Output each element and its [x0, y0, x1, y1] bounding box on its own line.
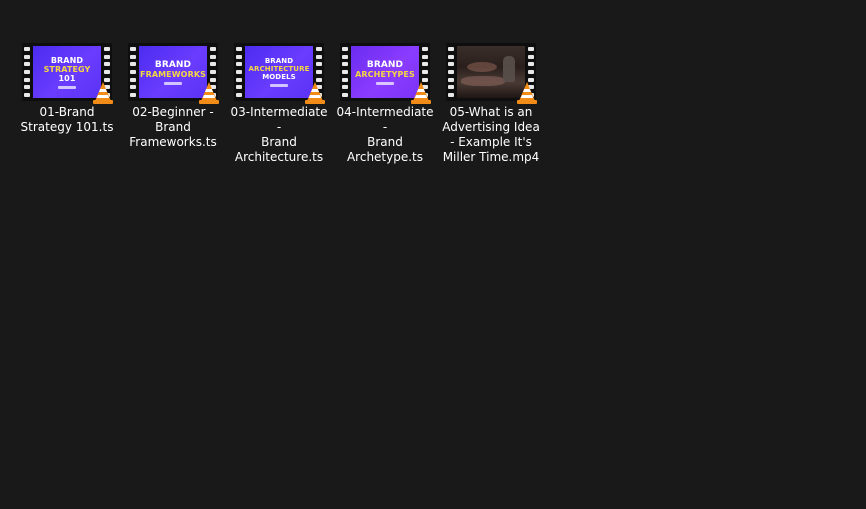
- thumbnail-frame: BRAND FRAMEWORKS: [139, 46, 207, 98]
- vlc-cone-icon: [411, 82, 431, 104]
- file-name-line: - Example It's: [450, 135, 532, 149]
- file-name-line: 05-What is an: [449, 105, 533, 119]
- file-name-line: Archetype.ts: [346, 150, 424, 164]
- file-name-line: Frameworks.ts: [129, 135, 217, 149]
- vlc-cone-icon: [93, 82, 113, 104]
- thumbnail-text: ARCHETYPES: [355, 69, 415, 79]
- file-name-label: 05-What is an Advertising Idea - Example…: [441, 105, 541, 165]
- file-name-label: 03-Intermediate - Brand Architecture.ts: [229, 105, 329, 165]
- file-name-line: Brand: [261, 135, 297, 149]
- file-item-brand-strategy[interactable]: BRAND STRATEGY 101 01-Brand Strategy 101…: [17, 41, 117, 135]
- vlc-cone-icon: [305, 82, 325, 104]
- file-name-line: 01-Brand: [39, 105, 95, 119]
- thumbnail-text: MODELS: [262, 73, 296, 81]
- file-name-line: Miller Time.mp4: [442, 150, 540, 164]
- file-name-line: 03-Intermediate -: [230, 105, 328, 134]
- file-name-line: Brand: [155, 120, 191, 134]
- video-thumbnail[interactable]: BRAND STRATEGY 101: [20, 41, 114, 105]
- thumbnail-frame: BRAND ARCHETYPES: [351, 46, 419, 98]
- vlc-cone-icon: [199, 82, 219, 104]
- thumbnail-frame: BRAND STRATEGY 101: [33, 46, 101, 98]
- file-name-line: 04-Intermediate -: [336, 105, 434, 134]
- file-name-line: Advertising Idea: [442, 120, 540, 134]
- file-name-line: 02-Beginner -: [132, 105, 214, 119]
- thumbnail-text: BRAND: [50, 55, 84, 65]
- thumbnail-text: ARCHITECTURE: [248, 65, 310, 73]
- vlc-cone-icon: [517, 82, 537, 104]
- thumbnail-text: BRAND: [366, 59, 404, 70]
- video-thumbnail[interactable]: BRAND ARCHETYPES: [338, 41, 432, 105]
- video-thumbnail[interactable]: [444, 41, 538, 105]
- file-item-brand-architecture[interactable]: BRAND ARCHITECTURE MODELS 03-Intermediat…: [229, 41, 329, 165]
- file-name-line: Strategy 101.ts: [20, 120, 114, 134]
- thumbnail-text: BRAND: [154, 59, 192, 70]
- thumbnail-frame: [457, 46, 525, 98]
- video-thumbnail[interactable]: BRAND ARCHITECTURE MODELS: [232, 41, 326, 105]
- thumbnail-frame: BRAND ARCHITECTURE MODELS: [245, 46, 313, 98]
- file-item-brand-archetype[interactable]: BRAND ARCHETYPES 04-Intermediate - Brand…: [335, 41, 435, 165]
- file-name-label: 02-Beginner - Brand Frameworks.ts: [123, 105, 223, 150]
- thumbnail-text: FRAMEWORKS: [140, 69, 206, 79]
- thumbnail-text: 101: [58, 73, 76, 83]
- file-item-advertising-idea[interactable]: 05-What is an Advertising Idea - Example…: [441, 41, 541, 165]
- file-view: BRAND STRATEGY 101 01-Brand Strategy 101…: [0, 0, 866, 509]
- thumbnail-text: BRAND: [264, 57, 294, 65]
- file-name-label: 04-Intermediate - Brand Archetype.ts: [335, 105, 435, 165]
- video-thumbnail[interactable]: BRAND FRAMEWORKS: [126, 41, 220, 105]
- file-item-brand-frameworks[interactable]: BRAND FRAMEWORKS 02-Beginner - Brand Fra…: [123, 41, 223, 150]
- file-name-label: 01-Brand Strategy 101.ts: [17, 105, 117, 135]
- file-name-line: Brand: [367, 135, 403, 149]
- thumbnail-text: STRATEGY: [43, 64, 91, 74]
- file-name-line: Architecture.ts: [234, 150, 324, 164]
- video-still: [457, 46, 525, 98]
